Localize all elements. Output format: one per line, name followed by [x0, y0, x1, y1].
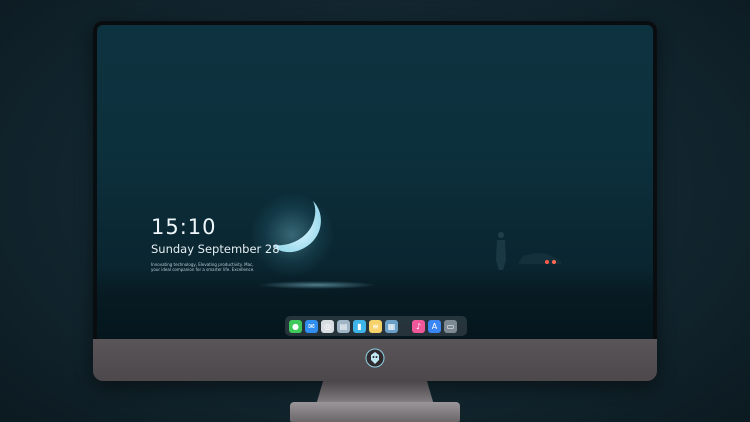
app-store-icon[interactable]: A [428, 319, 441, 333]
lock-screen-date: Sunday September 28 [151, 242, 280, 256]
desktop-screen: 15:10 Sunday September 28 Innovating tec… [97, 25, 653, 339]
lock-screen-time: 15:10 [151, 215, 217, 239]
moon-reflection [257, 281, 377, 289]
messages-icon[interactable]: ● [289, 319, 302, 333]
silhouette-figure [496, 232, 506, 270]
preview-icon[interactable]: ▤ [337, 319, 350, 333]
monitor: 15:10 Sunday September 28 Innovating tec… [93, 21, 657, 381]
safari-icon[interactable]: ◎ [321, 319, 334, 333]
trash-icon[interactable]: ▭ [444, 319, 457, 333]
monitor-stand-base [290, 402, 460, 422]
brand-logo-icon [365, 348, 385, 368]
mail-icon[interactable]: ✉ [305, 319, 318, 333]
notes-icon[interactable]: ≡ [369, 319, 382, 333]
car-silhouette [519, 253, 561, 264]
final-cut-icon[interactable]: ▮ [353, 319, 366, 333]
dock-separator [401, 320, 409, 333]
photos-icon[interactable]: ▦ [385, 319, 398, 333]
monitor-chin [93, 339, 657, 381]
dock: ● ✉ ◎ ▤ ▮ ≡ ▦ ♪ A ▭ [285, 316, 467, 336]
music-icon[interactable]: ♪ [412, 319, 425, 333]
lock-screen-tagline: Innovating technology, Elevating product… [151, 262, 255, 272]
